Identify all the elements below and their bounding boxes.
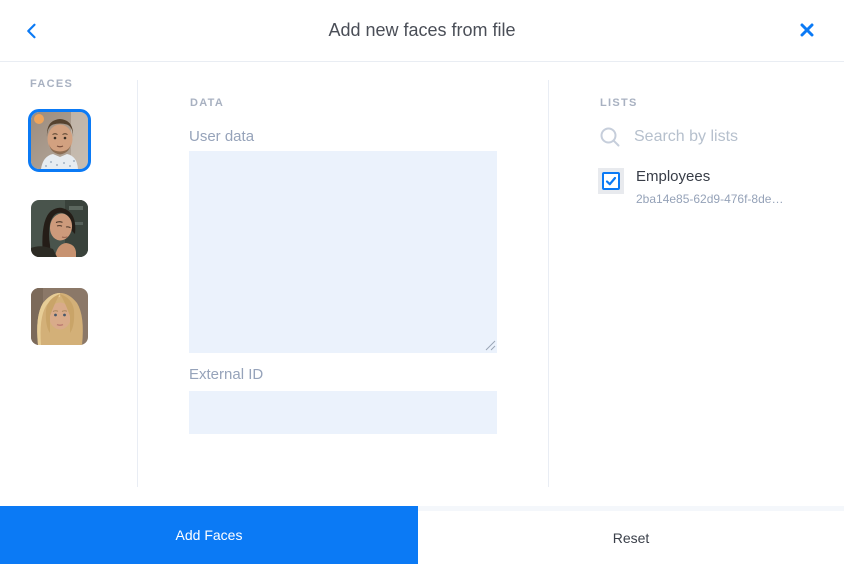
checkmark-icon — [605, 175, 617, 187]
divider-data-lists — [548, 80, 549, 487]
dialog-footer: Add Faces Reset — [0, 506, 844, 564]
external-id-label: External ID — [189, 366, 263, 383]
divider-faces-data — [137, 80, 138, 487]
data-section-label: DATA — [190, 97, 224, 109]
faces-section-label: FACES — [30, 78, 73, 90]
lists-section-label: LISTS — [600, 97, 638, 109]
face-photo-woman-dark-icon — [31, 200, 88, 257]
add-faces-dialog: Add new faces from file FACES — [0, 0, 844, 564]
face-photo-woman-blonde-icon — [31, 288, 88, 345]
search-lists-input[interactable] — [634, 124, 824, 150]
employees-checkbox-checked[interactable] — [602, 172, 620, 190]
face-thumbnail-man[interactable] — [31, 112, 88, 169]
close-button[interactable] — [798, 22, 816, 40]
external-id-input[interactable] — [189, 391, 497, 434]
dialog-header: Add new faces from file — [0, 0, 844, 62]
checkbox-backing — [598, 168, 624, 194]
user-data-textarea[interactable] — [189, 151, 497, 353]
dialog-content: FACES — [0, 62, 844, 506]
dialog-title: Add new faces from file — [0, 20, 844, 41]
reset-button[interactable]: Reset — [418, 506, 844, 564]
face-photo-man-icon — [31, 112, 88, 169]
list-item-name: Employees — [636, 168, 710, 185]
search-icon — [599, 126, 621, 148]
close-icon — [800, 23, 814, 37]
face-thumbnail-woman-dark[interactable] — [31, 200, 88, 257]
list-item-id: 2ba14e85-62d9-476f-8de… — [636, 192, 783, 206]
add-faces-button[interactable]: Add Faces — [0, 506, 418, 564]
face-thumbnail-woman-blonde[interactable] — [31, 288, 88, 345]
user-data-label: User data — [189, 128, 254, 145]
